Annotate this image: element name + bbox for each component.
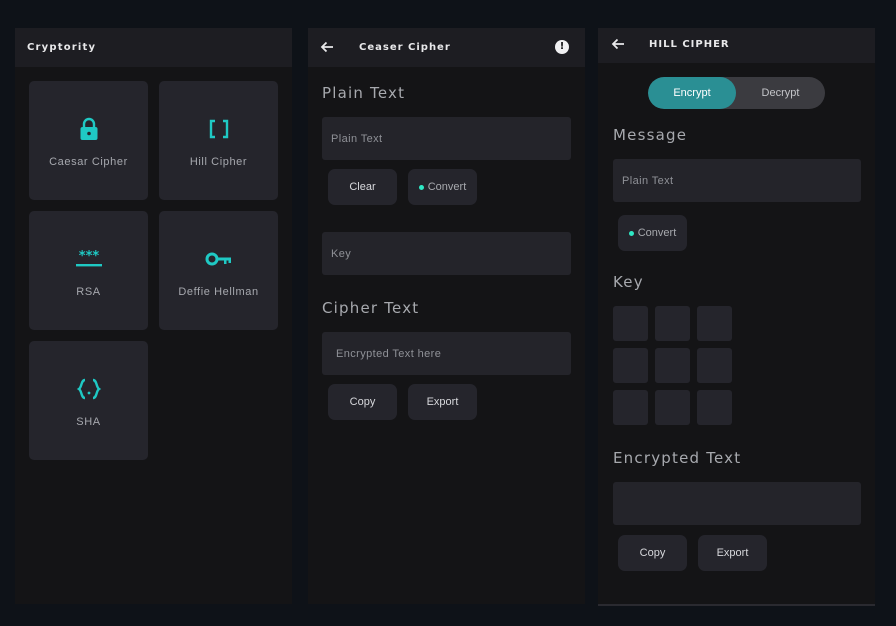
decrypt-tab[interactable]: Decrypt [736, 77, 825, 109]
brackets-icon [208, 114, 230, 144]
key-matrix-cell[interactable] [697, 348, 732, 383]
encrypted-text-output[interactable] [613, 482, 861, 525]
caesar-app-bar: Ceaser Cipher ! [308, 28, 585, 67]
hill-cipher-tile[interactable]: Hill Cipher [159, 81, 278, 200]
sha-tile[interactable]: SHA [29, 341, 148, 460]
key-matrix-cell[interactable] [613, 306, 648, 341]
tile-label: RSA [76, 285, 101, 298]
hill-screen: HILL CIPHER Encrypt Decrypt Message Plai… [598, 28, 875, 606]
braces-icon [76, 374, 102, 404]
key-input[interactable]: Key [322, 232, 571, 275]
screen-title: HILL CIPHER [649, 39, 730, 50]
tile-label: SHA [76, 415, 101, 428]
cipher-text-heading: Cipher Text [322, 299, 420, 317]
key-matrix-cell[interactable] [697, 390, 732, 425]
plain-text-input[interactable]: Plain Text [322, 117, 571, 160]
convert-label: Convert [637, 227, 677, 239]
copy-button[interactable]: Copy [618, 535, 687, 571]
encrypted-text-heading: Encrypted Text [613, 449, 742, 467]
tile-label: Hill Cipher [189, 155, 248, 168]
message-input[interactable]: Plain Text [613, 159, 861, 202]
key-matrix-cell[interactable] [655, 348, 690, 383]
convert-label: Convert [427, 181, 467, 193]
key-matrix-cell[interactable] [655, 306, 690, 341]
convert-button[interactable]: Convert [408, 169, 477, 205]
mode-toggle: Encrypt Decrypt [648, 77, 825, 109]
tile-label: Caesar Cipher [49, 155, 128, 168]
clear-button[interactable]: Clear [328, 169, 397, 205]
password-icon: *** [75, 244, 103, 274]
status-dot [628, 230, 634, 236]
lock-icon [79, 114, 99, 144]
info-icon[interactable]: ! [555, 40, 569, 54]
hill-app-bar: HILL CIPHER [598, 28, 875, 63]
plain-text-heading: Plain Text [322, 84, 406, 102]
home-app-bar: Cryptority [15, 28, 292, 67]
bottom-divider [598, 604, 875, 606]
message-heading: Message [613, 126, 688, 144]
rsa-tile[interactable]: *** RSA [29, 211, 148, 330]
cipher-text-output[interactable]: Encrypted Text here [322, 332, 571, 375]
caesar-screen: Ceaser Cipher ! Plain Text Plain Text Cl… [308, 28, 585, 604]
convert-button[interactable]: Convert [618, 215, 687, 251]
key-heading: Key [613, 273, 644, 291]
screen-title: Ceaser Cipher [359, 42, 451, 53]
tile-label: Deffie Hellman [178, 285, 259, 298]
key-icon [205, 244, 233, 274]
caesar-cipher-tile[interactable]: Caesar Cipher [29, 81, 148, 200]
back-arrow-icon[interactable] [319, 39, 335, 55]
back-arrow-icon[interactable] [610, 36, 626, 52]
key-matrix-cell[interactable] [613, 390, 648, 425]
svg-text:***: *** [78, 250, 99, 264]
app-title: Cryptority [27, 42, 97, 53]
export-button[interactable]: Export [698, 535, 767, 571]
key-matrix-cell[interactable] [655, 390, 690, 425]
deffie-hellman-tile[interactable]: Deffie Hellman [159, 211, 278, 330]
key-matrix-cell[interactable] [613, 348, 648, 383]
status-dot [418, 184, 424, 190]
copy-button[interactable]: Copy [328, 384, 397, 420]
encrypt-tab[interactable]: Encrypt [648, 77, 736, 109]
key-matrix-cell[interactable] [697, 306, 732, 341]
export-button[interactable]: Export [408, 384, 477, 420]
home-screen: Cryptority Caesar Cipher Hill Cipher *** [15, 28, 292, 604]
